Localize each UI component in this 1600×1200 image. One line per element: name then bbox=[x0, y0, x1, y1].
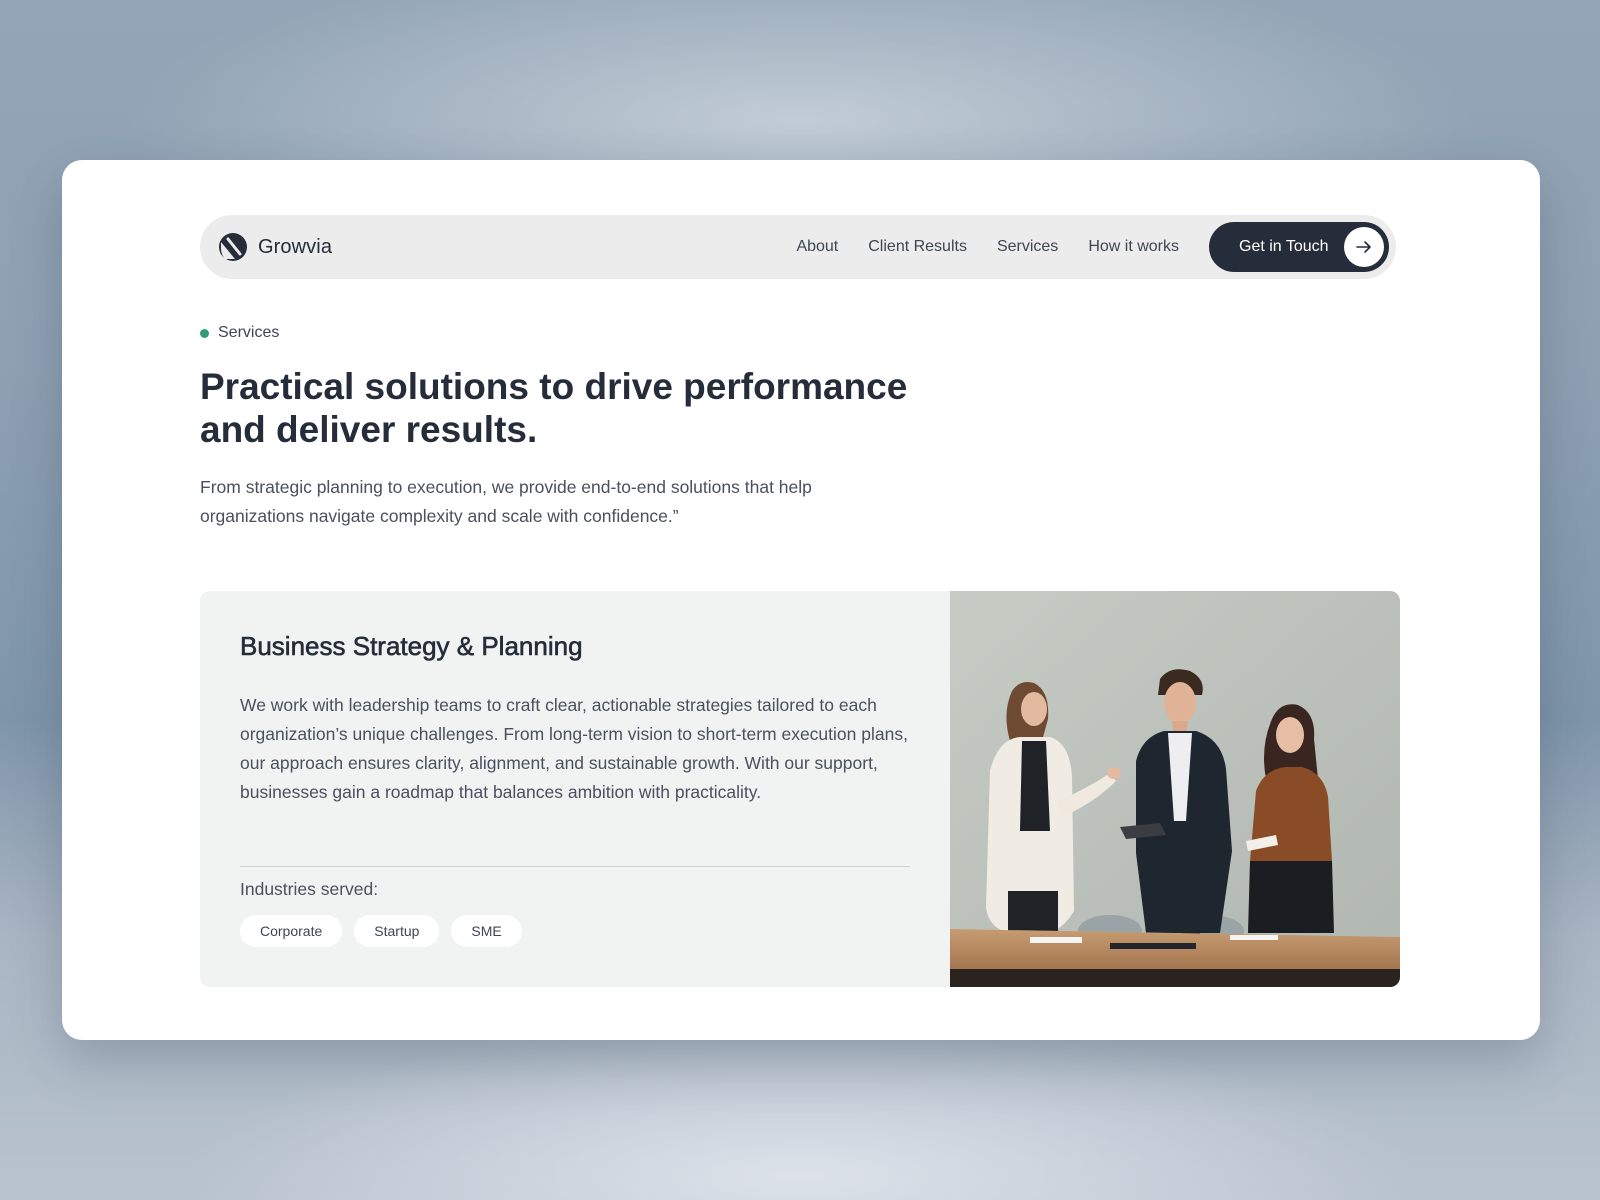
nav-link-client-results[interactable]: Client Results bbox=[868, 238, 967, 256]
eyebrow-label: Services bbox=[218, 324, 280, 341]
top-navbar: Growvia About Client Results Services Ho… bbox=[200, 215, 1396, 279]
industry-tags: Corporate Startup SME bbox=[240, 915, 522, 947]
industry-tag-sme: SME bbox=[451, 915, 522, 947]
nav-links: About Client Results Services How it wor… bbox=[796, 238, 1179, 256]
service-description: We work with leadership teams to craft c… bbox=[240, 695, 908, 802]
hero-subtext: From strategic planning to execution, we… bbox=[200, 473, 890, 531]
nav-link-services[interactable]: Services bbox=[997, 238, 1058, 256]
team-meeting-photo bbox=[950, 591, 1400, 987]
service-card: Business Strategy & Planning We work wit… bbox=[200, 591, 1400, 987]
subtext-line-2: organizations navigate complexity and sc… bbox=[200, 506, 679, 526]
divider bbox=[240, 866, 910, 867]
headline-line-1: Practical solutions to drive performance bbox=[200, 366, 908, 407]
service-card-body: Business Strategy & Planning We work wit… bbox=[200, 591, 950, 987]
headline-line-2: and deliver results. bbox=[200, 409, 538, 450]
get-in-touch-button[interactable]: Get in Touch bbox=[1209, 222, 1389, 272]
arrow-circle bbox=[1344, 227, 1384, 267]
page-title: Practical solutions to drive performance… bbox=[200, 365, 960, 451]
service-title: Business Strategy & Planning bbox=[240, 631, 583, 662]
status-dot-icon bbox=[200, 328, 209, 338]
nav-link-about[interactable]: About bbox=[796, 238, 838, 256]
arrow-right-icon bbox=[1356, 241, 1371, 253]
industry-tag-startup: Startup bbox=[354, 915, 440, 947]
industries-label: Industries served: bbox=[240, 879, 379, 899]
brand-name: Growvia bbox=[258, 235, 333, 258]
subtext-line-1: From strategic planning to execution, we… bbox=[200, 477, 812, 497]
growvia-logo-icon bbox=[219, 233, 247, 261]
industry-tag-corporate: Corporate bbox=[240, 915, 343, 947]
get-in-touch-label: Get in Touch bbox=[1239, 238, 1329, 255]
nav-link-how-it-works[interactable]: How it works bbox=[1088, 238, 1179, 256]
page-card: Growvia About Client Results Services Ho… bbox=[62, 160, 1540, 1040]
section-eyebrow: Services bbox=[200, 324, 279, 342]
brand-logo[interactable]: Growvia bbox=[218, 232, 332, 262]
